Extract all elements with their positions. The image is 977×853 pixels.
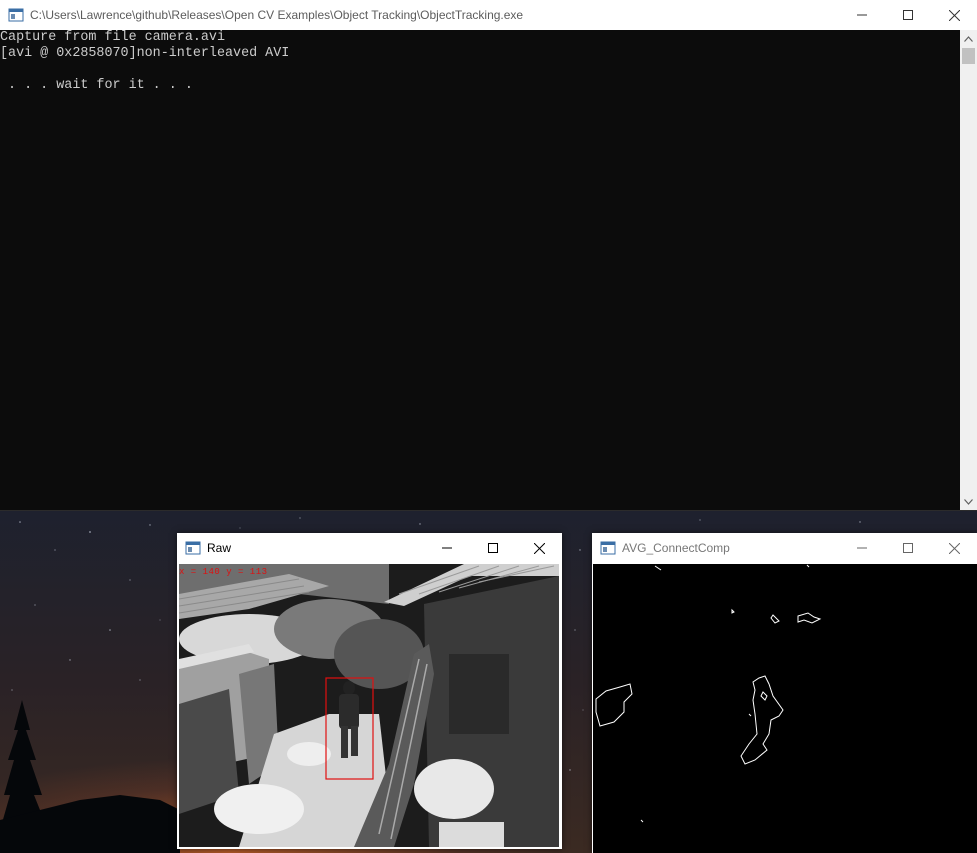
maximize-icon [903,543,913,553]
avg-title: AVG_ConnectComp [622,541,730,555]
maximize-button[interactable] [885,0,931,30]
raw-video-frame: x = 140 y = 113 [179,564,559,847]
connected-components-frame [593,564,977,853]
avg-connectcomp-window[interactable]: AVG_ConnectComp [592,533,977,853]
chevron-down-icon [964,498,973,505]
blob-contours [593,564,977,853]
video-scene [179,564,559,847]
console-line: . . . wait for it . . . [0,78,193,93]
avg-app-icon [600,541,616,555]
avg-close-button[interactable] [931,533,977,563]
avg-maximize-button[interactable] [885,533,931,563]
close-icon [948,542,960,554]
console-title: C:\Users\Lawrence\github\Releases\Open C… [30,8,524,22]
raw-maximize-button[interactable] [470,533,516,563]
close-icon [948,9,960,21]
raw-close-button[interactable] [516,533,562,563]
minimize-icon [857,14,867,16]
scroll-down-button[interactable] [960,493,977,510]
minimize-icon [442,547,452,549]
console-app-icon [8,8,24,22]
minimize-icon [857,547,867,549]
console-titlebar[interactable]: C:\Users\Lawrence\github\Releases\Open C… [0,0,977,30]
console-output[interactable]: Capture from file camera.avi [avi @ 0x28… [0,30,960,510]
console-scrollbar[interactable] [960,30,977,510]
minimize-button[interactable] [839,0,885,30]
close-icon [533,542,545,554]
raw-window[interactable]: Raw x = 140 y = 113 [177,533,562,849]
chevron-up-icon [964,35,973,42]
close-button[interactable] [931,0,977,30]
maximize-icon [903,10,913,20]
raw-minimize-button[interactable] [424,533,470,563]
raw-title: Raw [207,541,232,555]
wallpaper-trees [0,700,180,853]
console-window[interactable]: C:\Users\Lawrence\github\Releases\Open C… [0,0,977,511]
raw-titlebar[interactable]: Raw [177,533,562,563]
avg-titlebar[interactable]: AVG_ConnectComp [592,533,977,563]
maximize-icon [488,543,498,553]
console-line: Capture from file camera.avi [0,30,225,45]
console-line: [avi @ 0x2858070]non-interleaved AVI [0,46,290,61]
raw-app-icon [185,541,201,555]
scroll-up-button[interactable] [960,30,977,47]
scroll-thumb[interactable] [962,48,975,64]
coordinate-readout: x = 140 y = 113 [179,567,268,577]
avg-minimize-button[interactable] [839,533,885,563]
